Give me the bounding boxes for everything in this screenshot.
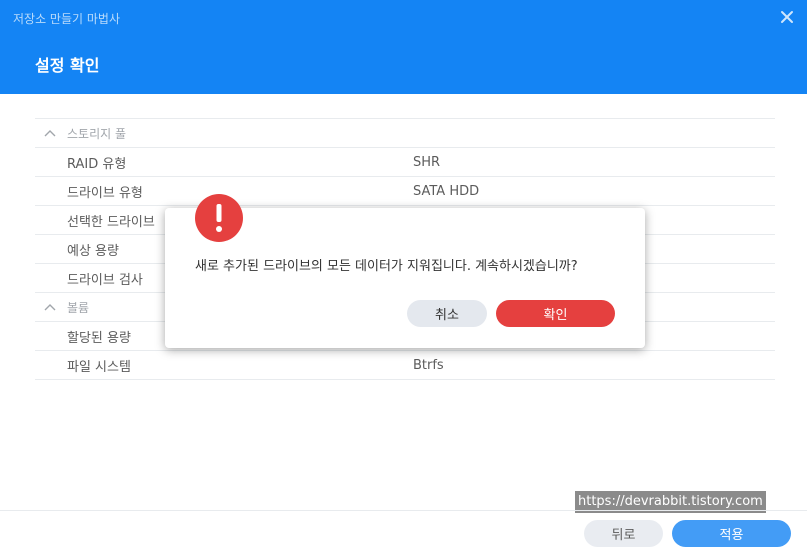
cancel-button[interactable]: 취소 xyxy=(407,300,487,327)
window-title: 저장소 만들기 마법사 xyxy=(13,12,120,26)
dialog-message: 새로 추가된 드라이브의 모든 데이터가 지워집니다. 계속하시겠습니까? xyxy=(195,259,578,274)
confirm-button[interactable]: 확인 xyxy=(496,300,615,327)
close-icon[interactable] xyxy=(779,9,795,25)
wizard-header: 저장소 만들기 마법사 설정 확인 xyxy=(0,0,807,94)
page-title: 설정 확인 xyxy=(35,56,100,75)
exclamation-icon xyxy=(195,194,243,242)
